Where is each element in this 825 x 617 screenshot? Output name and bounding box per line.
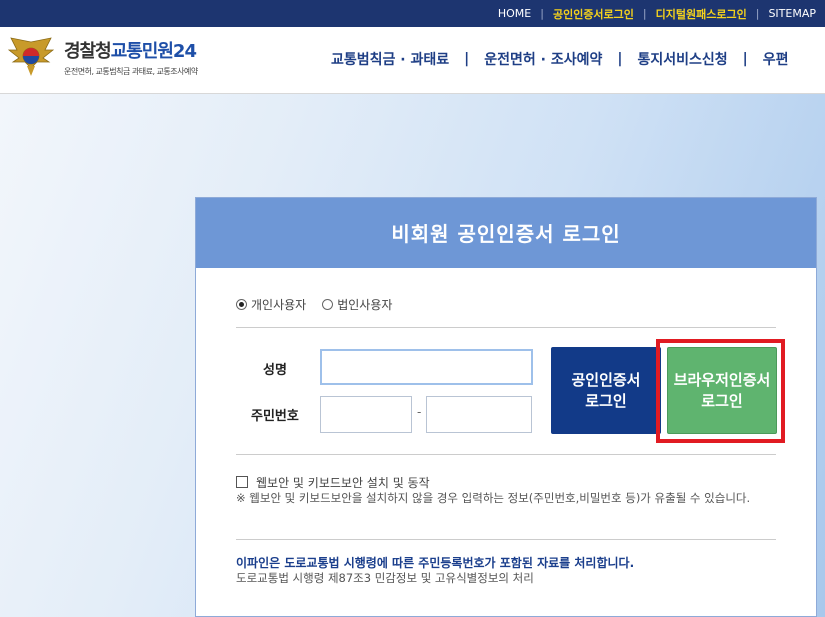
radio-individual-label: 개인사용자	[251, 298, 307, 312]
nav-fines[interactable]: 교통범칙금 · 과태료	[331, 49, 449, 69]
radio-corporate[interactable]: 법인사용자	[322, 296, 392, 313]
divider	[236, 539, 776, 540]
login-panel: 비회원 공인인증서 로그인 개인사용자 법인사용자 성명 주민번호 - 공인인증…	[195, 197, 817, 617]
id-number-back-input[interactable]	[426, 396, 532, 433]
privacy-notice: 이파인은 도로교통법 시행령에 따른 주민등록번호가 포함된 자료를 처리합니다…	[236, 556, 635, 570]
nav-license[interactable]: 운전면허 · 조사예약	[484, 49, 602, 69]
digital-onepass-login-link[interactable]: 디지털원패스로그인	[647, 6, 756, 22]
browser-cert-login-button-line2: 로그인	[701, 391, 743, 410]
utility-links: HOME | 공인인증서로그인 | 디지털원패스로그인 | SITEMAP	[489, 0, 825, 27]
user-type-radios: 개인사용자 법인사용자	[236, 296, 408, 313]
brand[interactable]: 경찰청교통민원24 운전면허, 교통범칙금 과태료, 교통조사예약	[64, 37, 198, 77]
brand-accent: 교통민원24	[110, 41, 197, 62]
name-label: 성명	[263, 363, 287, 378]
browser-cert-login-button-line1: 브라우저인증서	[673, 370, 771, 389]
radio-individual-dot[interactable]	[236, 299, 247, 310]
home-link[interactable]: HOME	[489, 7, 540, 20]
divider	[236, 454, 776, 455]
radio-corporate-label: 법인사용자	[337, 298, 393, 312]
radio-corporate-dot[interactable]	[322, 299, 334, 310]
id-number-dash: -	[417, 405, 422, 419]
cert-login-link[interactable]: 공인인증서로그인	[544, 6, 643, 22]
top-utility-bar: HOME | 공인인증서로그인 | 디지털원패스로그인 | SITEMAP	[0, 0, 825, 27]
security-checkbox-label: 웹보안 및 키보드보안 설치 및 동작	[256, 476, 430, 490]
name-input[interactable]	[320, 349, 533, 385]
divider	[236, 327, 776, 328]
nav-notification[interactable]: 통지서비스신청	[637, 49, 727, 69]
main-nav: 교통범칙금 · 과태료 | 운전면허 · 조사예약 | 통지서비스신청 | 우편	[331, 49, 789, 69]
cert-login-button[interactable]: 공인인증서 로그인	[551, 347, 661, 434]
panel-title: 비회원 공인인증서 로그인	[196, 198, 816, 268]
sitemap-link[interactable]: SITEMAP	[759, 7, 825, 20]
nav-separator: |	[617, 51, 623, 67]
cert-login-button-line2: 로그인	[585, 391, 627, 410]
radio-individual[interactable]: 개인사용자	[236, 296, 306, 313]
brand-main: 경찰청	[64, 41, 112, 62]
police-emblem-icon[interactable]	[5, 36, 57, 78]
nav-postal[interactable]: 우편	[763, 49, 789, 69]
id-number-front-input[interactable]	[320, 396, 412, 433]
nav-separator: |	[464, 51, 470, 67]
browser-cert-login-button[interactable]: 브라우저인증서 로그인	[667, 347, 777, 434]
id-number-label: 주민번호	[251, 409, 299, 424]
privacy-subnote: 도로교통법 시행령 제87조3 민감정보 및 고유식별정보의 처리	[236, 571, 534, 585]
cert-login-button-line1: 공인인증서	[571, 370, 641, 389]
site-header: 경찰청교통민원24 운전면허, 교통범칙금 과태료, 교통조사예약 교통범칙금 …	[0, 27, 825, 94]
brand-subtitle: 운전면허, 교통범칙금 과태료, 교통조사예약	[64, 67, 198, 76]
security-checkbox[interactable]	[236, 476, 248, 488]
nav-separator: |	[742, 51, 748, 67]
security-note: ※ 웹보안 및 키보드보안을 설치하지 않을 경우 입력하는 정보(주민번호,비…	[236, 491, 751, 505]
